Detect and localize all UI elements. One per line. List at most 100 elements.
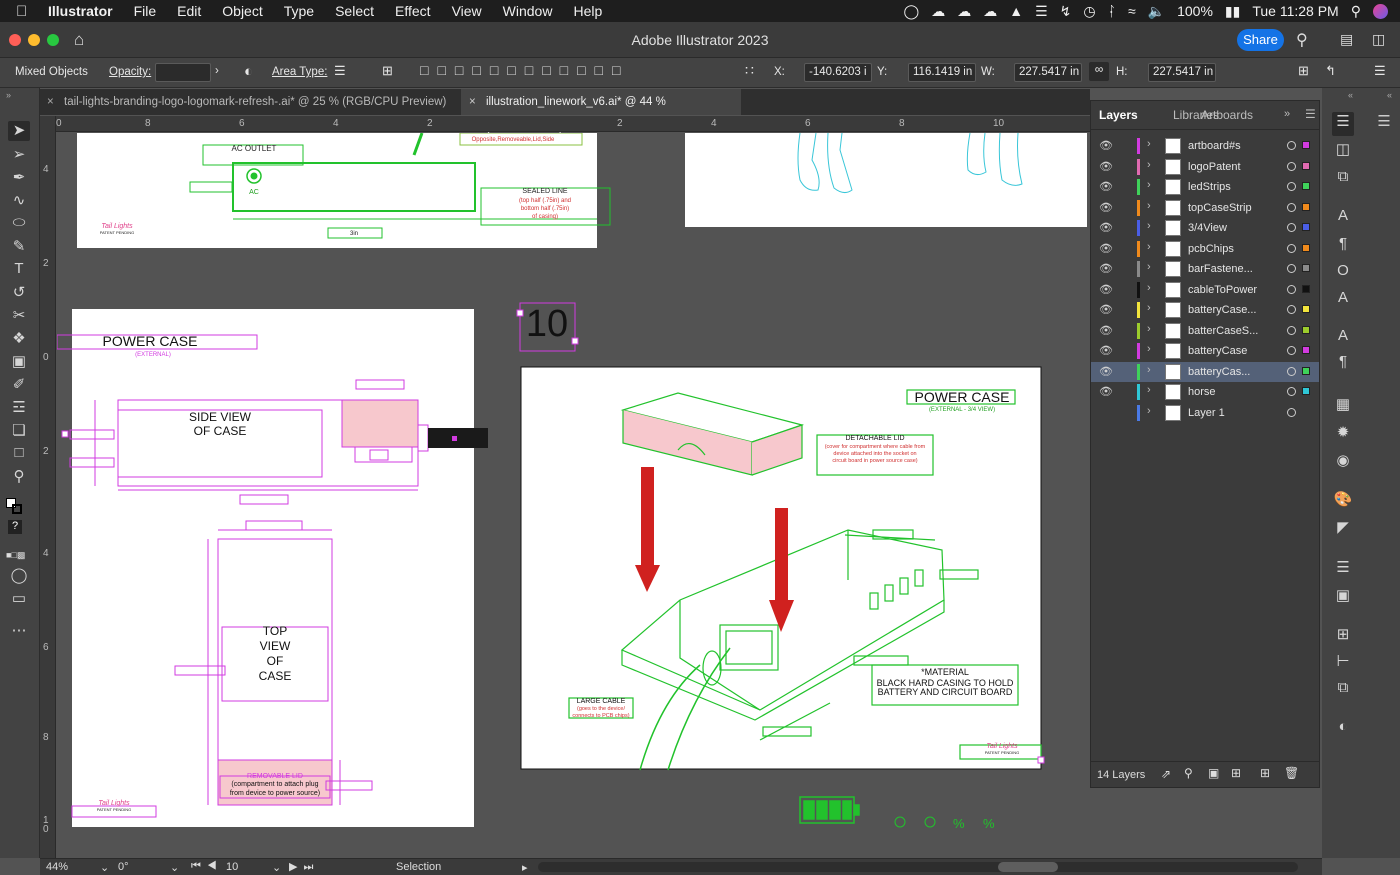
siri-icon[interactable]: [1373, 3, 1388, 19]
cloud-icon[interactable]: ☁: [983, 3, 997, 20]
chevron-right-icon[interactable]: ›: [1147, 282, 1151, 294]
layer-row[interactable]: › Layer 1: [1091, 403, 1319, 424]
character-styles-icon[interactable]: A: [1332, 327, 1354, 347]
opacity-field[interactable]: [155, 63, 211, 82]
vertical-ruler[interactable]: 4 2 0 2 4 6 8 1 0: [40, 116, 56, 858]
creative-cloud-icon[interactable]: ◯: [904, 3, 920, 20]
libraries-icon[interactable]: ◫: [1332, 140, 1354, 160]
workspace-icon[interactable]: ◫: [1372, 31, 1385, 48]
isolate-icon[interactable]: ↰: [1325, 63, 1336, 79]
status-menu-icon[interactable]: ▸: [522, 861, 528, 874]
layer-name[interactable]: artboard#s: [1188, 140, 1241, 152]
artboard-top-right[interactable]: [685, 133, 1087, 227]
drive-icon[interactable]: ▲: [1009, 3, 1023, 19]
menu-illustrator[interactable]: Illustrator: [48, 3, 113, 19]
h-field[interactable]: 227.5417 in: [1148, 63, 1216, 82]
layers-panel-icon[interactable]: ☰: [1332, 112, 1354, 136]
visibility-eye-icon[interactable]: 👁: [1099, 344, 1113, 357]
battery-icon[interactable]: ▮▮: [1225, 3, 1240, 20]
pathfinder-icon[interactable]: ⧉: [1332, 679, 1354, 699]
clipping-mask-icon[interactable]: ▣: [1208, 766, 1219, 780]
selection-tool-icon[interactable]: ➤: [8, 121, 30, 141]
close-window-button[interactable]: [9, 34, 21, 46]
brushes-icon[interactable]: ✹: [1332, 423, 1354, 443]
visibility-eye-icon[interactable]: 👁: [1099, 160, 1113, 173]
character-icon[interactable]: A: [1332, 207, 1354, 227]
collapse-icon[interactable]: «: [1387, 90, 1392, 100]
chevron-right-icon[interactable]: ›: [1147, 159, 1151, 171]
tab-artboards[interactable]: Artboards: [1201, 101, 1253, 129]
layer-row[interactable]: 👁 › barFastene...: [1091, 259, 1319, 280]
collapse-icon[interactable]: »: [6, 90, 11, 100]
scissors-tool-icon[interactable]: ✂: [8, 306, 30, 326]
artboard-power-case[interactable]: [72, 309, 474, 827]
color-guide-icon[interactable]: ◤: [1332, 518, 1354, 538]
align-to-icon[interactable]: ⊞: [382, 63, 393, 79]
direct-selection-tool-icon[interactable]: ➢: [8, 145, 30, 165]
trash-icon[interactable]: 🗑: [1284, 766, 1299, 780]
zoom-level[interactable]: 44%: [46, 861, 68, 873]
reference-point-icon[interactable]: ∷: [745, 62, 754, 79]
color-mode-icon[interactable]: ■□▩: [6, 550, 36, 560]
visibility-eye-icon[interactable]: 👁: [1099, 180, 1113, 193]
target-circle-icon[interactable]: [1287, 161, 1296, 171]
target-circle-icon[interactable]: [1287, 325, 1296, 335]
selection-indicator[interactable]: [1302, 387, 1310, 395]
layer-name[interactable]: pcbChips: [1188, 243, 1234, 255]
bolt-icon[interactable]: ↯: [1060, 3, 1072, 20]
panel-menu-icon[interactable]: ☰: [1374, 63, 1386, 79]
target-circle-icon[interactable]: [1287, 346, 1296, 355]
visibility-eye-icon[interactable]: 👁: [1099, 365, 1113, 378]
layer-row[interactable]: 👁 › ledStrips: [1091, 177, 1319, 198]
chevron-right-icon[interactable]: ›: [1147, 323, 1151, 335]
clock-icon[interactable]: ◷: [1083, 3, 1095, 20]
screen-mode-icon[interactable]: ▭: [8, 589, 30, 609]
chevron-right-icon[interactable]: ›: [215, 65, 219, 77]
layer-row[interactable]: 👁 › logoPatent: [1091, 157, 1319, 178]
chevron-right-icon[interactable]: ›: [1147, 220, 1151, 232]
new-layer-icon[interactable]: ⊞: [1260, 766, 1270, 780]
target-circle-icon[interactable]: [1287, 202, 1296, 212]
area-type-label[interactable]: Area Type:: [272, 66, 327, 78]
visibility-eye-icon[interactable]: 👁: [1099, 303, 1113, 316]
export-icon[interactable]: ⇗: [1161, 767, 1171, 781]
visibility-eye-icon[interactable]: 👁: [1099, 385, 1113, 398]
tab-illustration-linework[interactable]: × illustration_linework_v6.ai* @ 44 % (R…: [461, 89, 741, 134]
scrollbar-thumb[interactable]: [998, 862, 1058, 872]
target-circle-icon[interactable]: [1287, 264, 1296, 273]
align-buttons[interactable]: □□□□□□□□□□□□: [420, 62, 629, 78]
chevron-right-icon[interactable]: ›: [1147, 179, 1151, 191]
layer-name[interactable]: cableToPower: [1188, 284, 1257, 296]
layer-row[interactable]: 👁 › batterCaseS...: [1091, 321, 1319, 342]
eyedropper-tool-icon[interactable]: ✐: [8, 375, 30, 395]
menu-object[interactable]: Object: [222, 3, 262, 19]
stack-icon[interactable]: ☰: [1035, 3, 1048, 20]
layer-row[interactable]: 👁 › artboard#s: [1091, 136, 1319, 157]
zoom-tool-icon[interactable]: ⚲: [8, 467, 30, 487]
next-artboard-icon[interactable]: ▶⏭: [289, 860, 319, 874]
layer-row[interactable]: 👁 › pcbChips: [1091, 239, 1319, 260]
transform-icon[interactable]: ⊞: [1298, 63, 1309, 79]
close-tab-icon[interactable]: ×: [47, 89, 54, 115]
menu-help[interactable]: Help: [573, 3, 602, 19]
menu-file[interactable]: File: [134, 3, 157, 19]
layer-name[interactable]: ledStrips: [1188, 181, 1231, 193]
chevron-down-icon[interactable]: ⌄: [272, 861, 281, 874]
menu-effect[interactable]: Effect: [395, 3, 431, 19]
visibility-eye-icon[interactable]: 👁: [1099, 139, 1113, 152]
opentype-icon[interactable]: O: [1332, 262, 1354, 282]
visibility-eye-icon[interactable]: 👁: [1099, 283, 1113, 296]
chevron-right-icon[interactable]: ›: [1147, 261, 1151, 273]
rotate-tool-icon[interactable]: ↺: [8, 283, 30, 303]
selection-indicator[interactable]: [1302, 305, 1310, 313]
transform-icon[interactable]: ⊞: [1332, 625, 1354, 645]
layer-name[interactable]: batteryCase...: [1188, 304, 1256, 316]
home-icon[interactable]: ⌂: [74, 30, 84, 50]
artboard-tool-icon[interactable]: □: [8, 444, 30, 464]
x-field[interactable]: -140.6203 i: [804, 63, 872, 82]
arrange-documents-icon[interactable]: ▤: [1340, 31, 1353, 48]
swatches-icon[interactable]: ▦: [1332, 395, 1354, 415]
draw-mode-icon[interactable]: ◯: [8, 566, 30, 586]
chevron-right-icon[interactable]: ›: [1147, 200, 1151, 212]
layer-row[interactable]: 👁 › batteryCase: [1091, 341, 1319, 362]
